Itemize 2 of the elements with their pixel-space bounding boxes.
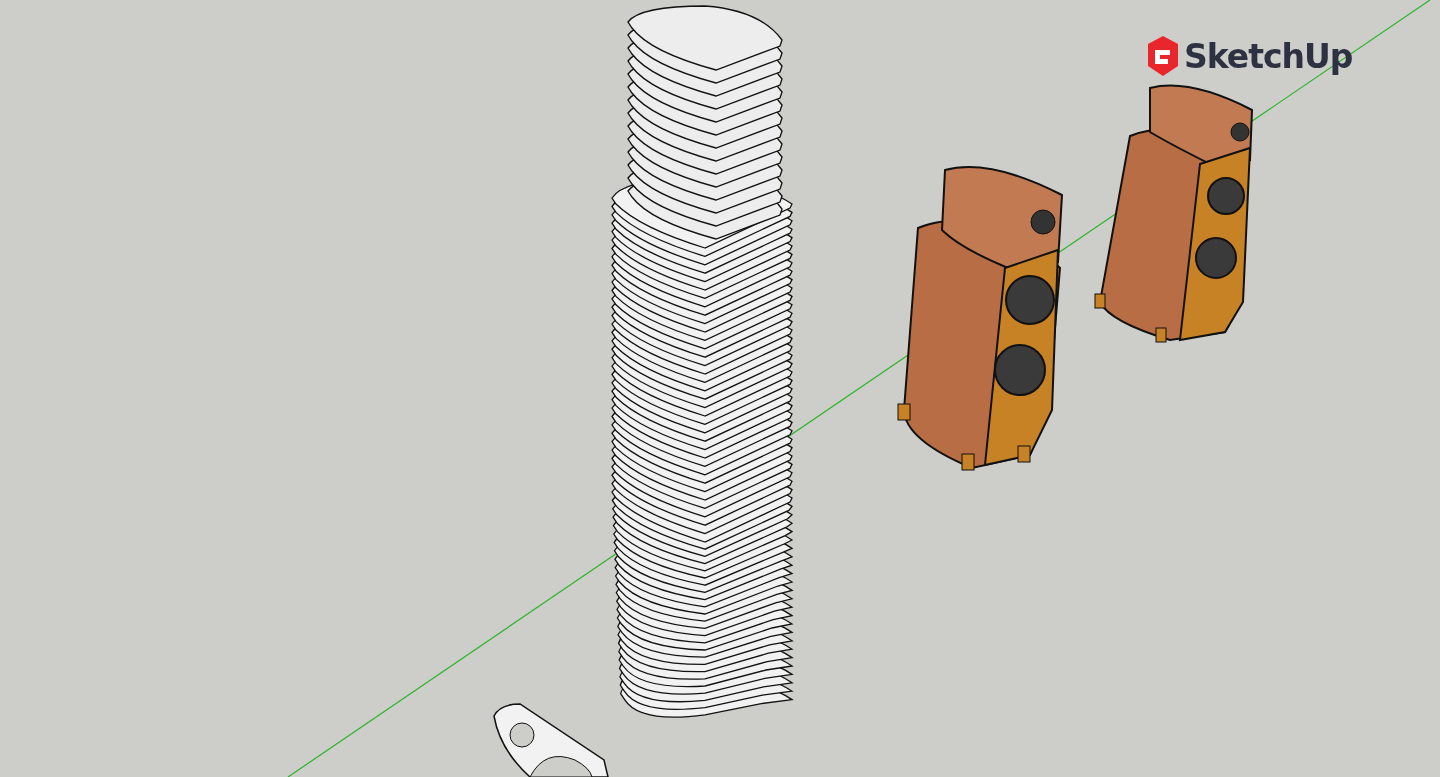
logo-icon [1146, 36, 1180, 76]
logo-text: SketchUp [1184, 36, 1353, 76]
